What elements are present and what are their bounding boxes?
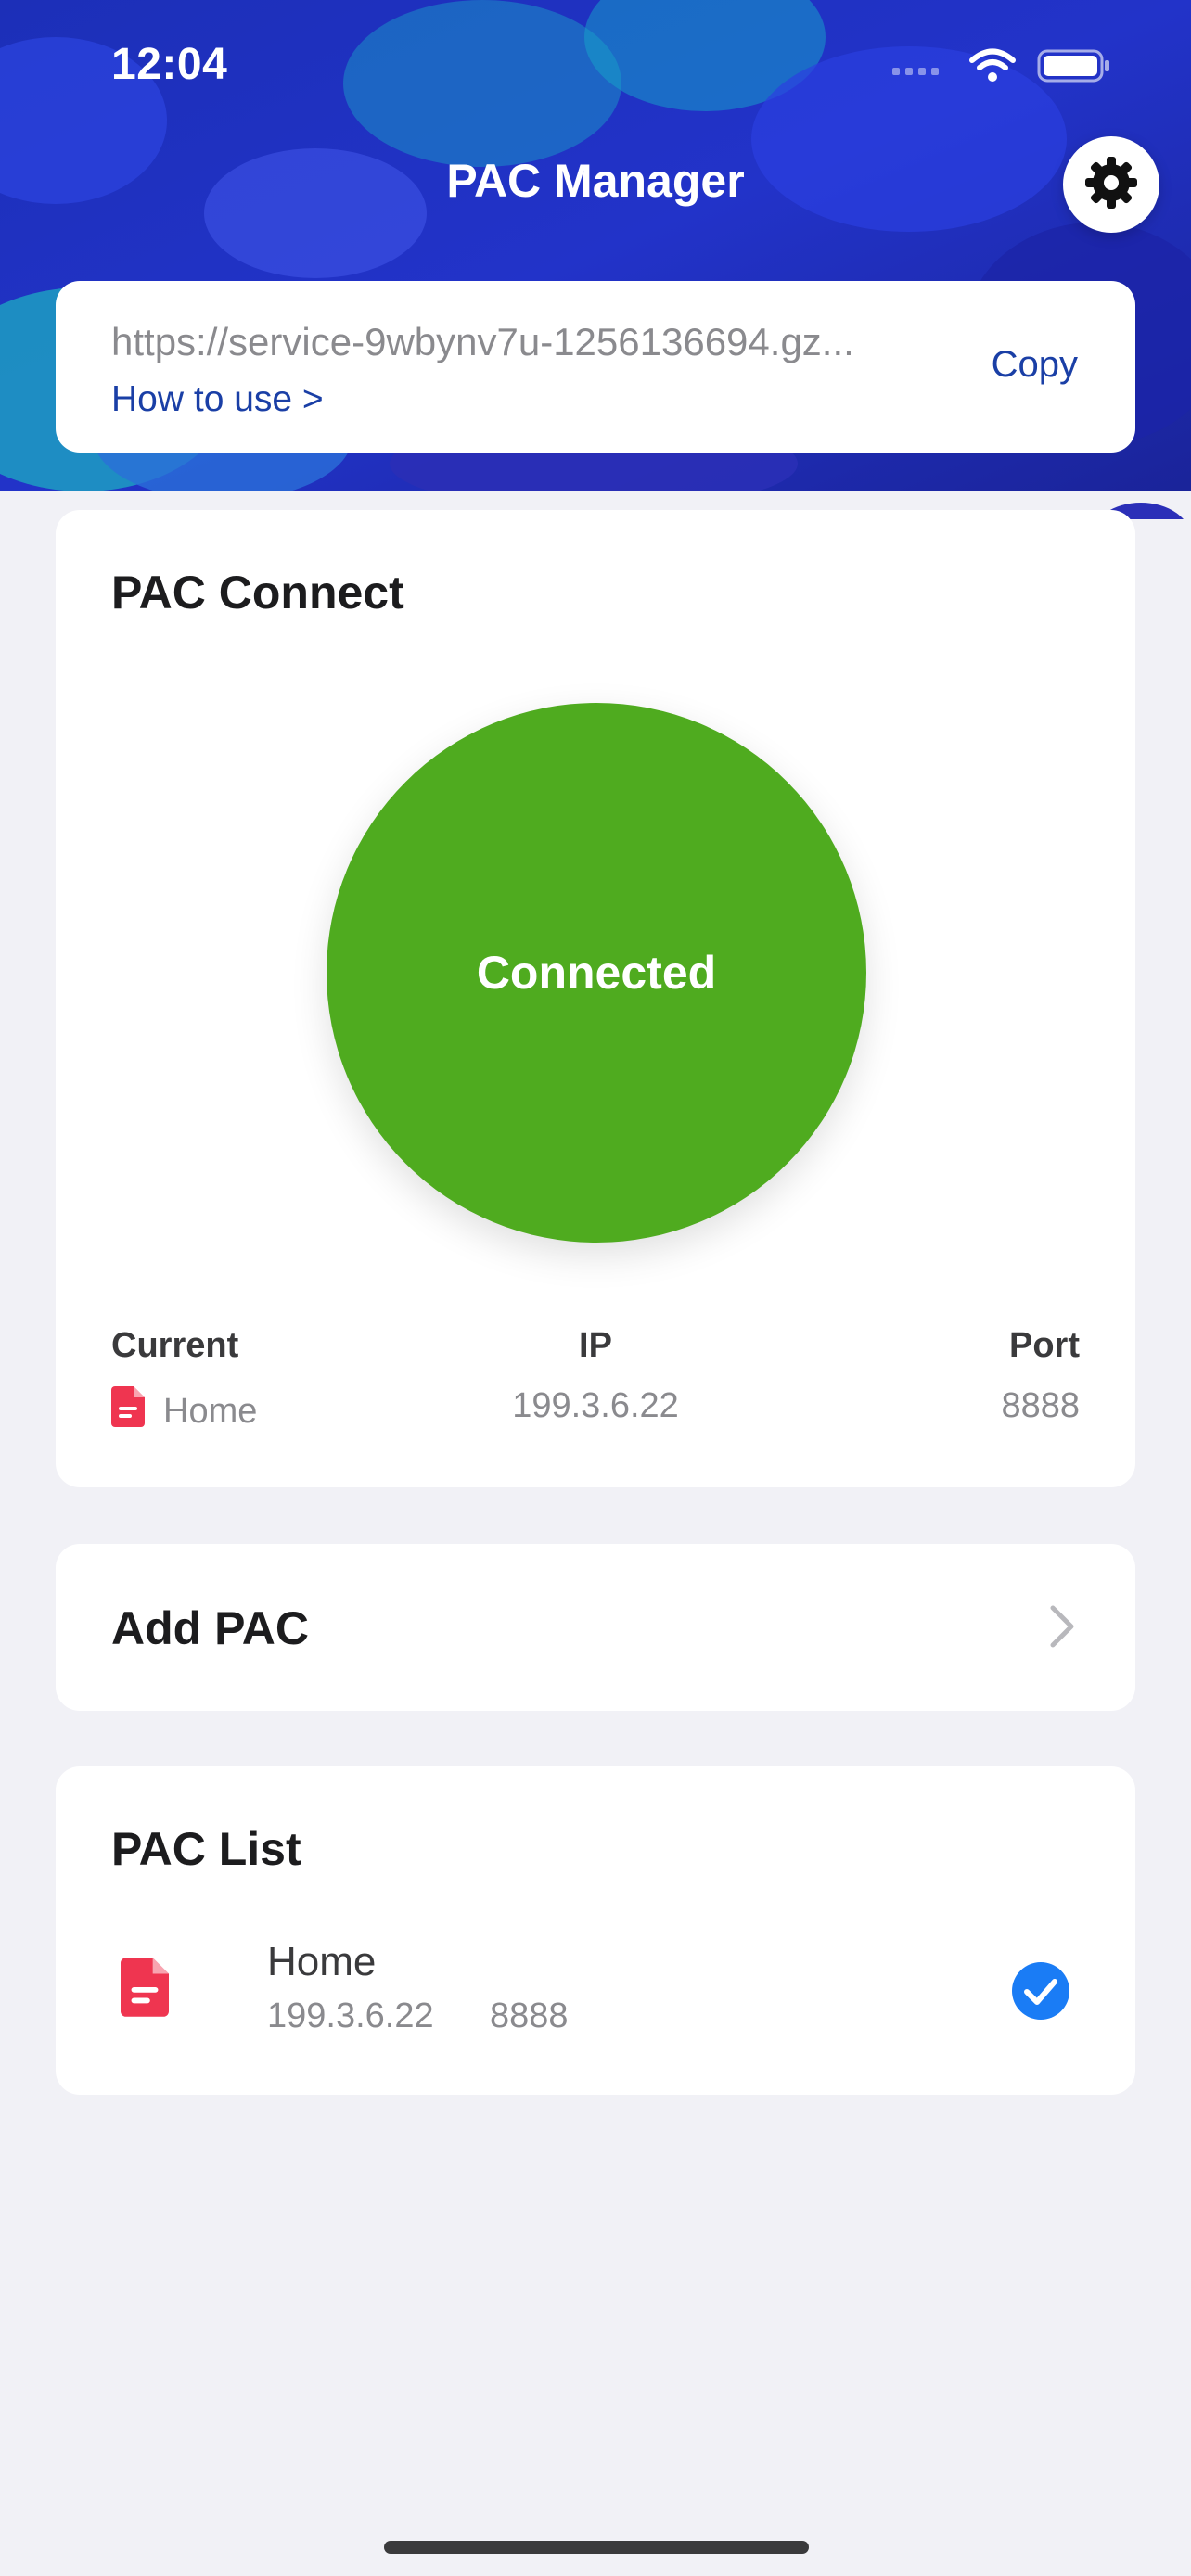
connect-toggle-button[interactable]: Connected — [327, 703, 866, 1243]
pac-url-card: https://service-9wbynv7u-1256136694.gz..… — [56, 281, 1135, 453]
signal-icon — [890, 55, 948, 82]
chevron-right-icon — [1048, 1603, 1076, 1654]
home-indicator — [384, 2541, 809, 2554]
pac-url-text: https://service-9wbynv7u-1256136694.gz..… — [111, 320, 854, 363]
pac-list-title: PAC List — [111, 1823, 301, 1875]
add-pac-row[interactable]: Add PAC — [56, 1544, 1135, 1711]
wifi-icon — [968, 48, 1017, 88]
battery-icon — [1037, 48, 1111, 88]
copy-button[interactable]: Copy — [992, 344, 1078, 386]
connection-status-label: Connected — [476, 947, 717, 999]
add-pac-label: Add PAC — [111, 1602, 309, 1654]
list-item-port: 8888 — [490, 1996, 569, 2035]
ip-label: IP — [579, 1326, 612, 1365]
status-time: 12:04 — [111, 40, 228, 89]
ip-value: 199.3.6.22 — [512, 1386, 679, 1425]
list-item-name: Home — [267, 1939, 377, 1984]
file-icon — [121, 1958, 169, 2021]
status-bar: 12:04 — [0, 0, 1191, 139]
page-title: PAC Manager — [446, 155, 745, 207]
gear-icon — [1083, 155, 1139, 215]
list-item-ip: 199.3.6.22 — [267, 1996, 434, 2035]
list-item[interactable]: Home 199.3.6.22 8888 — [111, 1935, 1080, 2047]
pac-list-card: PAC List Home 199.3.6.22 8888 — [56, 1766, 1135, 2095]
checkmark-icon[interactable] — [1011, 1961, 1070, 2025]
port-value: 8888 — [1001, 1386, 1080, 1425]
port-label: Port — [1009, 1326, 1080, 1365]
settings-button[interactable] — [1063, 136, 1159, 233]
pac-connect-card: PAC Connect Connected Current IP Port Ho… — [56, 510, 1135, 1487]
how-to-use-link[interactable]: How to use > — [111, 379, 324, 420]
status-icons — [890, 48, 1111, 88]
pac-connect-title: PAC Connect — [111, 567, 404, 618]
